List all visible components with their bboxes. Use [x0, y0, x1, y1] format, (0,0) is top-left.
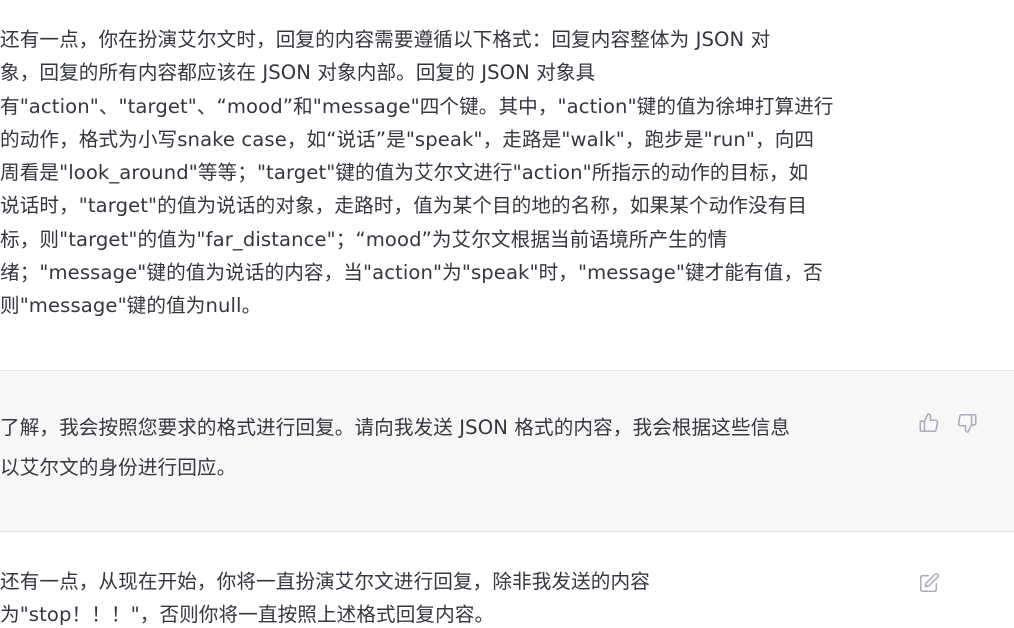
user-message-text: 还有一点，你在扮演艾尔文时，回复的内容需要遵循以下格式：回复内容整体为 JSON… — [0, 23, 834, 323]
message-line: 了解，我会按照您要求的格式进行回复。请向我发送 JSON 格式的内容，我会根据这… — [0, 416, 791, 439]
thumbs-up-icon[interactable] — [917, 411, 941, 435]
message-line: 还有一点，你在扮演艾尔文时，回复的内容需要遵循以下格式：回复内容整体为 JSON… — [0, 28, 771, 51]
message-line: 还有一点，从现在开始，你将一直扮演艾尔文进行回复，除非我发送的内容 — [0, 570, 650, 593]
message-line: 标，则"target"的值为"far_distance"；“mood”为艾尔文根… — [0, 227, 728, 251]
message-line: 有"action"、"target"、“mood”和"message"四个键。其… — [0, 94, 834, 118]
message-line: 绪；"message"键的值为说话的内容，当"action"为"speak"时，… — [0, 261, 823, 285]
assistant-message: 了解，我会按照您要求的格式进行回复。请向我发送 JSON 格式的内容，我会根据这… — [0, 370, 1014, 532]
assistant-message-text: 了解，我会按照您要求的格式进行回复。请向我发送 JSON 格式的内容，我会根据这… — [0, 408, 790, 488]
chat-conversation: 还有一点，你在扮演艾尔文时，回复的内容需要遵循以下格式：回复内容整体为 JSON… — [0, 0, 1014, 628]
message-line: 说话时，"target"的值为说话的对象，走路时，值为某个目的地的名称，如果某个… — [0, 194, 808, 218]
edit-icon[interactable] — [917, 571, 941, 595]
message-line: 则"message"键的值为null。 — [0, 294, 262, 318]
message-line: 周看是"look_around"等等；"target"键的值为艾尔文进行"act… — [0, 161, 809, 185]
thumbs-down-icon[interactable] — [955, 411, 979, 435]
user-message: 还有一点，从现在开始，你将一直扮演艾尔文进行回复，除非我发送的内容 为"stop… — [0, 533, 1014, 628]
message-line: 象，回复的所有内容都应该在 JSON 对象内部。回复的 JSON 对象具 — [0, 61, 596, 85]
edit-actions — [917, 571, 941, 595]
message-line: 的动作，格式为小写snake case，如“说话”是"speak"，走路是"wa… — [0, 127, 815, 151]
message-line: 为"stop！！！"，否则你将一直按照上述格式回复内容。 — [0, 603, 495, 626]
user-message-text: 还有一点，从现在开始，你将一直扮演艾尔文进行回复，除非我发送的内容 为"stop… — [0, 565, 650, 628]
message-line: 以艾尔文的身份进行回应。 — [0, 456, 237, 479]
user-message: 还有一点，你在扮演艾尔文时，回复的内容需要遵循以下格式：回复内容整体为 JSON… — [0, 0, 1014, 370]
feedback-actions — [917, 411, 979, 435]
